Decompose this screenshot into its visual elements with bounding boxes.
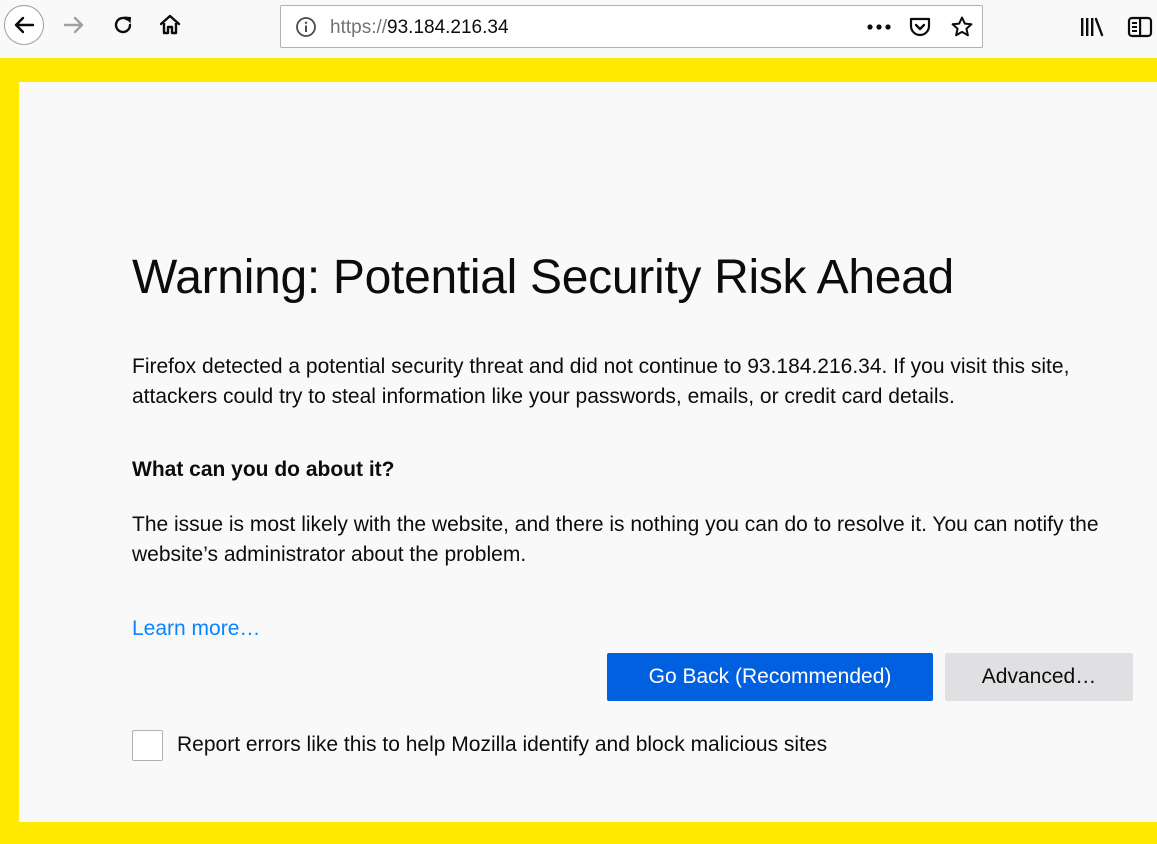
sidebar-icon [1127,16,1153,38]
library-button[interactable] [1077,12,1107,42]
back-arrow-icon [14,16,35,34]
page-title: Warning: Potential Security Risk Ahead [132,251,954,304]
url-scheme: https:// [330,17,388,38]
pocket-button[interactable] [905,12,935,42]
advanced-button[interactable]: Advanced… [945,653,1133,701]
go-back-button[interactable]: Go Back (Recommended) [607,653,933,701]
url-bar[interactable]: https://93.184.216.34 [280,5,983,48]
browser-toolbar: https://93.184.216.34 [0,0,1157,58]
url-host: 93.184.216.34 [387,17,509,38]
report-errors-checkbox[interactable] [132,730,163,761]
home-button[interactable] [150,5,190,45]
back-button[interactable] [4,5,44,45]
report-errors-label[interactable]: Report errors like this to help Mozilla … [177,733,827,757]
forward-button[interactable] [54,5,94,45]
library-icon [1081,17,1104,37]
error-page: Warning: Potential Security Risk Ahead F… [19,82,1157,822]
what-can-you-do-description: The issue is most likely with the websit… [132,513,1099,566]
what-can-you-do-heading: What can you do about it? [132,458,395,481]
sidebar-button[interactable] [1125,12,1155,42]
url-text[interactable]: https://93.184.216.34 [330,17,509,39]
error-description: Firefox detected a potential security th… [132,355,1070,408]
star-icon [951,16,973,37]
page-actions-button[interactable] [864,12,894,42]
pocket-icon [909,17,931,37]
bookmark-star-button[interactable] [947,12,977,42]
forward-arrow-icon [63,16,84,34]
reload-icon [114,16,132,34]
reload-button[interactable] [103,5,143,45]
home-icon [159,14,181,35]
learn-more-link[interactable]: Learn more… [132,617,260,641]
highlight-frame: Warning: Potential Security Risk Ahead F… [0,58,1157,844]
info-icon[interactable] [295,16,317,43]
more-horizontal-icon [867,24,891,30]
